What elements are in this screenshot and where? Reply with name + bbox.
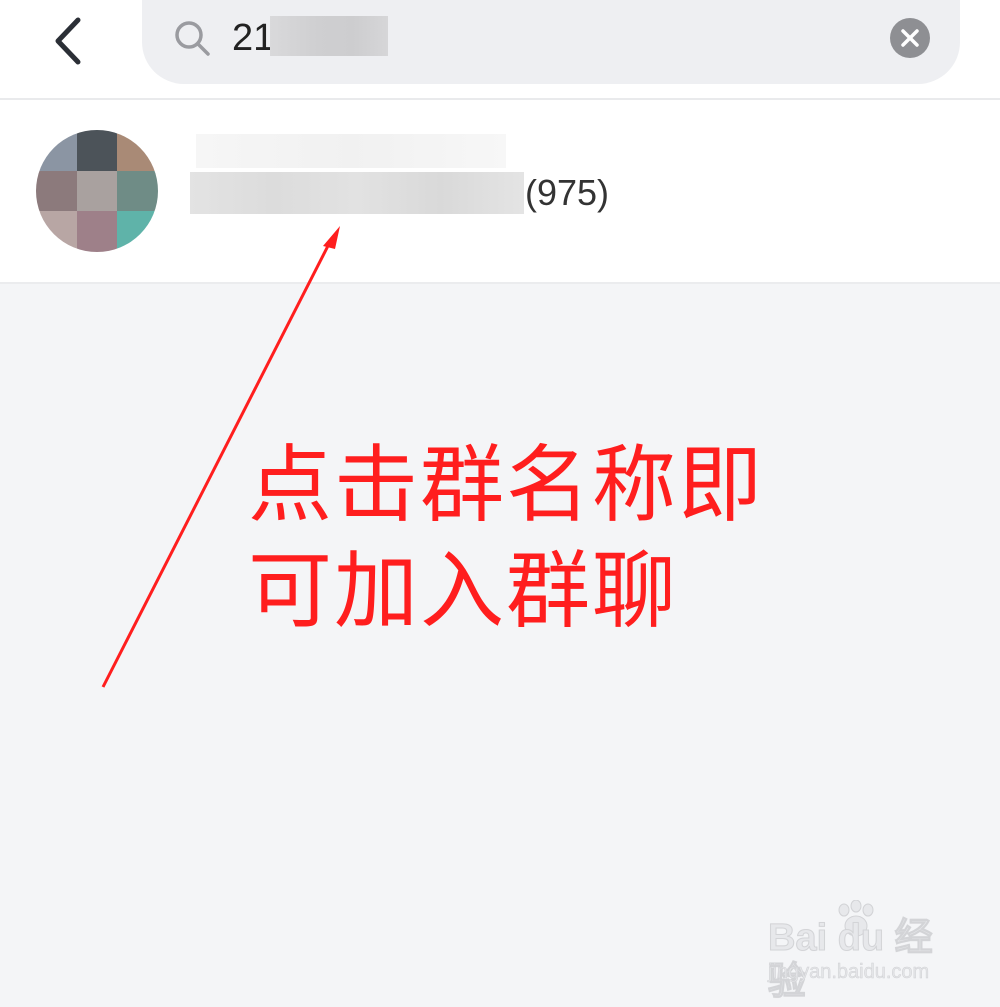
redacted-group-name[interactable] <box>190 172 524 214</box>
top-bar: 21 <box>0 0 1000 100</box>
back-button[interactable] <box>40 8 100 72</box>
chevron-left-icon <box>55 17 81 65</box>
redacted-query-text <box>270 16 388 56</box>
annotation-text: 点击群名称即 可加入群聊 <box>248 432 808 644</box>
redacted-group-name-shadow <box>196 134 506 168</box>
group-avatar <box>36 130 158 252</box>
annotation-line-1: 点击群名称即 <box>248 436 765 534</box>
search-input[interactable]: 21 <box>142 0 960 84</box>
annotation-line-2: 可加入群聊 <box>248 542 679 640</box>
search-icon <box>175 21 210 56</box>
baidu-jingyan-watermark: Bai du 经验 jingyan.baidu.com <box>760 900 960 1004</box>
group-member-count[interactable]: (975) <box>525 170 609 216</box>
clear-search-button[interactable] <box>890 18 930 58</box>
close-icon <box>901 29 919 47</box>
group-result-row[interactable]: (975) <box>0 100 1000 284</box>
watermark-url: jingyan.baidu.com <box>768 961 930 984</box>
search-query-text[interactable]: 21 <box>232 14 274 62</box>
